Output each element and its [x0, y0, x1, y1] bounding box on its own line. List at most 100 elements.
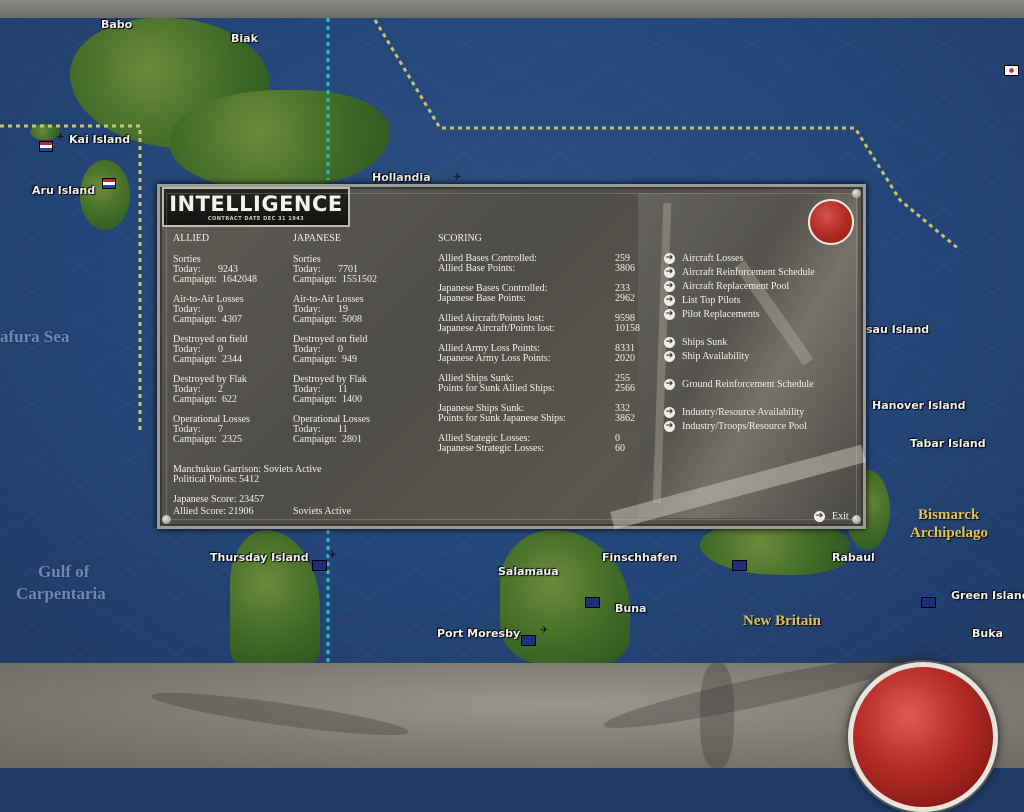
intelligence-dialog: INTELLIGENCE CONTRACT DATE DEC 31 1943 A… [157, 184, 866, 530]
dialog-title: INTELLIGENCE [169, 192, 343, 216]
base-flag-aru[interactable] [102, 178, 116, 189]
allied-score: Allied Score: 21906 [173, 506, 254, 517]
menu-ships-sunk[interactable]: ➔ Ships Sunk [664, 335, 727, 349]
scoring-label: Points for Sunk Japanese Ships: [438, 413, 566, 424]
map-label-manus-island: sau Island [866, 323, 930, 336]
menu-item-label: Industry/Resource Availability [682, 406, 805, 418]
map-label-carpentaria: Carpentaria [16, 584, 106, 603]
allied-header: ALLIED [173, 233, 210, 244]
map-label-tabar-island: Tabar Island [910, 437, 986, 450]
aircraft-silhouette-shadow [149, 685, 411, 743]
base-flag-buna[interactable] [585, 597, 600, 608]
map-label-buka: Buka [972, 627, 1003, 640]
air-unit-icon[interactable]: ✈ [328, 550, 336, 561]
map-label-thursday-island: Thursday Island [210, 551, 309, 564]
aircraft-silhouette-body [700, 663, 734, 768]
menu-item-label: Aircraft Reinforcement Schedule [682, 266, 815, 278]
menu-industry-troops-resource-pool[interactable]: ➔ Industry/Troops/Resource Pool [664, 419, 807, 433]
menu-item-label: Ground Reinforcement Schedule [682, 378, 814, 390]
end-turn-button[interactable] [848, 662, 998, 812]
dialog-close-button[interactable] [808, 199, 854, 245]
arrow-right-icon: ➔ [664, 420, 675, 432]
arrow-right-icon: ➔ [664, 378, 675, 390]
japanese-flak-campaign: 1400 [342, 394, 362, 405]
japanese-campaign-label: Campaign: [293, 434, 337, 445]
base-flag-kai[interactable] [39, 141, 53, 152]
menu-item-label: Ship Availability [682, 350, 750, 362]
menu-item-label: Aircraft Replacement Pool [682, 280, 790, 292]
menu-item-label: List Top Pilots [682, 294, 741, 306]
menu-aircraft-losses[interactable]: ➔ Aircraft Losses [664, 251, 743, 265]
base-flag-jp-ne[interactable] [1004, 65, 1019, 76]
air-unit-icon[interactable]: ✈ [453, 172, 461, 183]
scoring-label: Japanese Base Points: [438, 293, 526, 304]
allied-sorties-campaign: 1642048 [222, 274, 257, 285]
base-flag-thursday[interactable] [312, 560, 327, 571]
scoring-header: SCORING [438, 233, 482, 244]
japanese-score: Japanese Score: 23457 [173, 494, 265, 505]
arrow-right-icon: ➔ [664, 266, 675, 278]
map-label-buna: Buna [615, 602, 647, 615]
japanese-dof-campaign: 949 [342, 354, 357, 365]
air-unit-icon[interactable]: ✈ [56, 132, 64, 143]
allied-a2a-campaign: 4307 [222, 314, 242, 325]
map-label-babo: Babo [101, 18, 133, 31]
menu-pilot-replacements[interactable]: ➔ Pilot Replacements [664, 307, 760, 321]
map-label-archipelago: Archipelago [910, 525, 989, 541]
base-flag-port-moresby[interactable] [521, 635, 536, 646]
map-label-kai-island: Kai Island [69, 133, 131, 146]
map-label-finschhafen: Finschhafen [602, 551, 678, 564]
japanese-a2a-campaign: 5008 [342, 314, 362, 325]
top-bar [0, 0, 1024, 18]
menu-list-top-pilots[interactable]: ➔ List Top Pilots [664, 293, 741, 307]
menu-item-label: Aircraft Losses [682, 252, 744, 264]
menu-item-label: Pilot Replacements [682, 308, 760, 320]
allied-campaign-label: Campaign: [173, 314, 217, 325]
menu-item-label: Industry/Troops/Resource Pool [682, 420, 807, 432]
scoring-value: 2962 [615, 293, 635, 304]
allied-campaign-label: Campaign: [173, 434, 217, 445]
japanese-campaign-label: Campaign: [293, 354, 337, 365]
scoring-value: 60 [615, 443, 625, 454]
arrow-right-icon: ➔ [664, 350, 675, 362]
map-label-biak: Biak [231, 32, 258, 45]
scoring-label: Allied Base Points: [438, 263, 516, 274]
arrow-right-icon: ➔ [664, 280, 675, 292]
menu-ground-reinforcement-schedule[interactable]: ➔ Ground Reinforcement Schedule [664, 377, 814, 391]
dialog-subtitle: CONTRACT DATE DEC 31 1943 [207, 216, 305, 222]
map-label-gulf-of: Gulf of [38, 562, 90, 581]
menu-ship-availability[interactable]: ➔ Ship Availability [664, 349, 749, 363]
allied-campaign-label: Campaign: [173, 274, 217, 285]
scoring-value: 3862 [615, 413, 635, 424]
bolt [852, 189, 861, 198]
scoring-label: Japanese Strategic Losses: [438, 443, 545, 454]
scoring-value: 2020 [615, 353, 635, 364]
japanese-campaign-label: Campaign: [293, 274, 337, 285]
allied-campaign-label: Campaign: [173, 354, 217, 365]
exit-button[interactable]: ➔ Exit [814, 509, 849, 523]
menu-aircraft-reinforcement-schedule[interactable]: ➔ Aircraft Reinforcement Schedule [664, 265, 815, 279]
map-label-aru-island: Aru Island [32, 184, 96, 197]
allied-campaign-label: Campaign: [173, 394, 217, 405]
arrow-right-icon: ➔ [664, 406, 675, 418]
menu-aircraft-replacement-pool[interactable]: ➔ Aircraft Replacement Pool [664, 279, 789, 293]
scoring-label: Japanese Army Loss Points: [438, 353, 551, 364]
allied-flak-campaign: 622 [222, 394, 237, 405]
map-label-rabaul: Rabaul [832, 551, 875, 564]
air-unit-icon[interactable]: ✈ [540, 625, 548, 636]
scoring-label: Japanese Aircraft/Points lost: [438, 323, 555, 334]
arrow-right-icon: ➔ [664, 294, 675, 306]
map-label-new-britain: New Britain [743, 613, 821, 629]
menu-item-label: Ships Sunk [682, 336, 728, 348]
base-flag-new-britain[interactable] [732, 560, 747, 571]
bolt [162, 515, 171, 524]
allied-dof-campaign: 2344 [222, 354, 242, 365]
allied-ops-campaign: 2325 [222, 434, 242, 445]
menu-industry-resource-availability[interactable]: ➔ Industry/Resource Availability [664, 405, 804, 419]
base-flag-green-island[interactable] [921, 597, 936, 608]
japanese-header: JAPANESE [293, 233, 341, 244]
scoring-label: Points for Sunk Allied Ships: [438, 383, 555, 394]
scoring-value: 3806 [615, 263, 635, 274]
arrow-right-icon: ➔ [664, 252, 675, 264]
map-label-hollandia: Hollandia [372, 171, 431, 184]
